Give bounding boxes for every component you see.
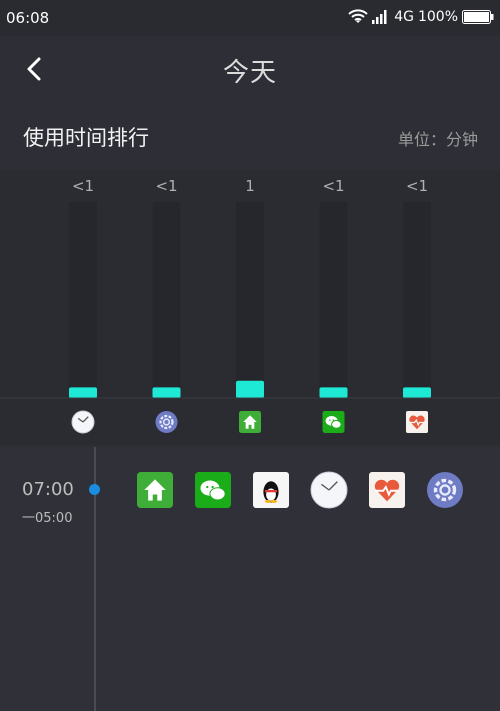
timeline-dot: [89, 484, 100, 495]
bar-track: [403, 202, 431, 398]
bar-value-label: <1: [406, 177, 428, 195]
top-bar: 今天: [0, 36, 500, 102]
signal-icon: [372, 10, 390, 24]
battery-percent: 100%: [417, 9, 458, 25]
launcher-icon[interactable]: [136, 471, 194, 509]
usage-bar-clock[interactable]: [69, 387, 97, 398]
page-title: 今天: [222, 58, 277, 88]
bar-track: [319, 202, 348, 398]
health-icon[interactable]: [406, 411, 428, 433]
timeline: 07:00 一05:00: [0, 447, 500, 711]
wechat-icon[interactable]: [322, 411, 345, 433]
network-type: 4G: [394, 9, 414, 25]
battery-icon: [462, 10, 494, 24]
usage-bar-settings[interactable]: [152, 387, 181, 398]
bar-track: [236, 202, 264, 398]
usage-bar-chart: <1 <1 1 <1 <1: [0, 170, 500, 445]
timeline-end-time: 一05:00: [22, 511, 73, 526]
wifi-icon: [348, 9, 368, 25]
clock-icon[interactable]: [310, 471, 368, 509]
usage-bar-launcher[interactable]: [236, 380, 264, 398]
bar-value-label: 1: [245, 177, 255, 195]
clock-icon[interactable]: [71, 410, 95, 434]
status-icons: 4G 100%: [348, 8, 494, 26]
status-bar: 06:08 4G 100%: [0, 0, 500, 36]
bar-value-label: <1: [72, 177, 94, 195]
usage-ranking-header: 使用时间排行 单位：分钟: [0, 102, 500, 166]
health-icon[interactable]: [368, 471, 426, 509]
settings-icon[interactable]: [155, 411, 178, 433]
timeline-start-time: 07:00: [22, 479, 74, 500]
bar-value-label: <1: [155, 177, 177, 195]
launcher-icon[interactable]: [239, 411, 261, 433]
section-title: 使用时间排行: [23, 126, 149, 150]
bar-track: [69, 202, 97, 398]
bar-track: [152, 202, 181, 398]
qq-icon[interactable]: [252, 471, 310, 509]
usage-chart: <1 <1 1 <1 <1: [0, 170, 500, 445]
settings-icon[interactable]: [426, 471, 484, 509]
timeline-app-list: [136, 471, 484, 509]
unit-label: 单位：分钟: [397, 130, 478, 149]
usage-bar-wechat[interactable]: [319, 387, 348, 398]
wechat-icon[interactable]: [194, 471, 252, 509]
status-time: 06:08: [6, 9, 50, 27]
bar-value-label: <1: [322, 177, 344, 195]
usage-bar-health[interactable]: [403, 387, 431, 398]
